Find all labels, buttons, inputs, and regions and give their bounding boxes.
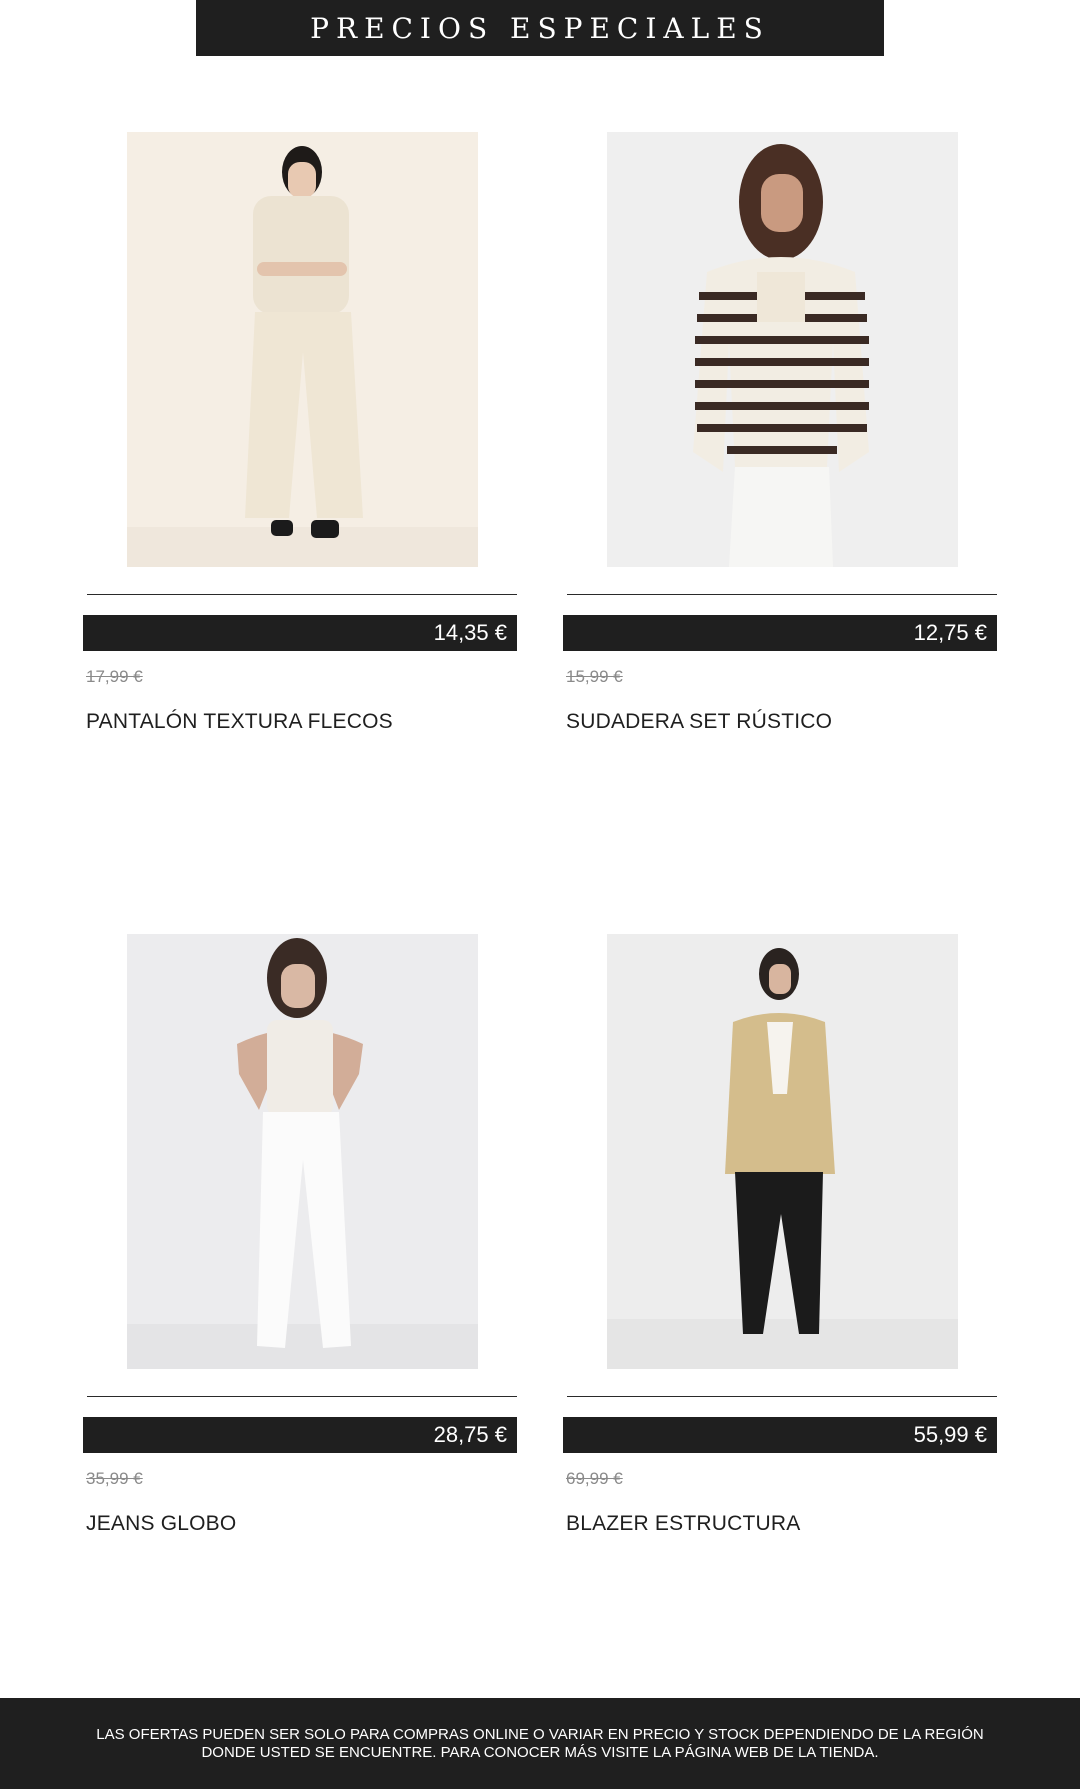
product-card[interactable]: 28,75 € 35,99 € JEANS GLOBO [83, 934, 519, 1554]
divider [87, 594, 517, 595]
product-image-blazer[interactable] [607, 934, 958, 1369]
sale-price: 12,75 € [913, 620, 987, 645]
product-name[interactable]: BLAZER ESTRUCTURA [566, 1512, 800, 1536]
product-name[interactable]: JEANS GLOBO [86, 1512, 236, 1536]
divider [87, 1396, 517, 1397]
product-card[interactable]: 12,75 € 15,99 € SUDADERA SET RÚSTICO [563, 132, 999, 752]
original-price: 17,99 € [86, 667, 143, 686]
banner-title: PRECIOS ESPECIALES [310, 11, 770, 45]
product-image-sweatshirt[interactable] [607, 132, 958, 567]
sale-price: 14,35 € [433, 620, 507, 645]
product-image-jeans[interactable] [127, 934, 478, 1369]
sale-price: 55,99 € [913, 1422, 987, 1447]
product-card[interactable]: 55,99 € 69,99 € BLAZER ESTRUCTURA [563, 934, 999, 1554]
disclaimer-line-1: LAS OFERTAS PUEDEN SER SOLO PARA COMPRAS… [96, 1726, 984, 1743]
sale-price-bar: 12,75 € [563, 615, 997, 651]
disclaimer-line-2: DONDE USTED SE ENCUENTRE. PARA CONOCER M… [201, 1744, 879, 1761]
promo-banner: PRECIOS ESPECIALES [196, 0, 884, 56]
sale-price-bar: 28,75 € [83, 1417, 517, 1453]
sale-price-bar: 14,35 € [83, 615, 517, 651]
divider [567, 594, 997, 595]
product-card[interactable]: 14,35 € 17,99 € PANTALÓN TEXTURA FLECOS [83, 132, 519, 752]
sale-price: 28,75 € [433, 1422, 507, 1447]
product-name[interactable]: PANTALÓN TEXTURA FLECOS [86, 710, 393, 734]
disclaimer-footer: LAS OFERTAS PUEDEN SER SOLO PARA COMPRAS… [0, 1698, 1080, 1789]
product-name[interactable]: SUDADERA SET RÚSTICO [566, 710, 832, 734]
original-price: 35,99 € [86, 1469, 143, 1488]
divider [567, 1396, 997, 1397]
sale-price-bar: 55,99 € [563, 1417, 997, 1453]
original-price: 69,99 € [566, 1469, 623, 1488]
product-image-pants[interactable] [127, 132, 478, 567]
original-price: 15,99 € [566, 667, 623, 686]
